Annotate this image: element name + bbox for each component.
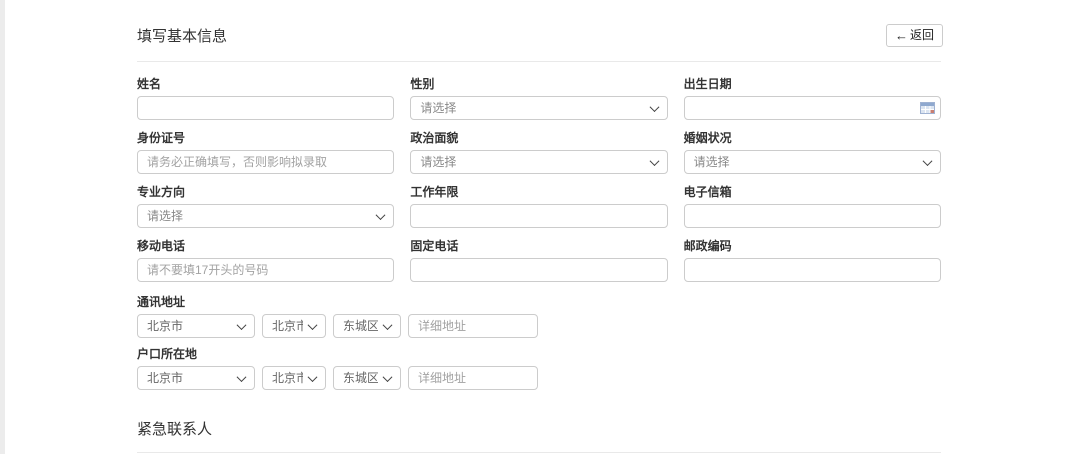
- field-postal-code: 邮政编码: [684, 239, 941, 282]
- mobile-phone-input[interactable]: [137, 258, 394, 282]
- field-political-status: 政治面貌 请选择: [410, 131, 667, 174]
- field-work-years: 工作年限: [410, 185, 667, 228]
- section-header: 填写基本信息 ← 返回: [137, 0, 941, 50]
- page-left-edge-strip: [0, 0, 5, 454]
- mailing-address-label: 通讯地址: [137, 295, 941, 309]
- chevron-down-icon: [383, 372, 393, 382]
- household-district-value: 东城区: [343, 367, 378, 389]
- political-status-select[interactable]: 请选择: [410, 150, 667, 174]
- basic-info-form-panel: 填写基本信息 ← 返回 姓名 性别 请选择 出生日期: [137, 0, 941, 453]
- mailing-city-select[interactable]: 北京市: [262, 314, 326, 338]
- political-status-label: 政治面貌: [410, 131, 667, 145]
- work-years-input[interactable]: [410, 204, 667, 228]
- gender-select-value: 请选择: [420, 97, 644, 119]
- mailing-district-select[interactable]: 东城区: [333, 314, 401, 338]
- chevron-down-icon: [237, 320, 247, 330]
- major-direction-label: 专业方向: [137, 185, 394, 199]
- page-title: 填写基本信息: [137, 25, 227, 46]
- major-direction-select-value: 请选择: [147, 205, 371, 227]
- field-marital-status: 婚姻状况 请选择: [684, 131, 941, 174]
- chevron-down-icon: [923, 156, 933, 166]
- chevron-down-icon: [237, 372, 247, 382]
- household-detail-input[interactable]: [408, 366, 538, 390]
- field-email: 电子信箱: [684, 185, 941, 228]
- emergency-contact-section-title: 紧急联系人: [137, 418, 941, 439]
- back-button[interactable]: ← 返回: [886, 24, 943, 47]
- chevron-down-icon: [383, 320, 393, 330]
- email-label: 电子信箱: [684, 185, 941, 199]
- postal-code-input[interactable]: [684, 258, 941, 282]
- political-status-select-value: 请选择: [420, 151, 644, 173]
- household-city-value: 北京市: [272, 367, 303, 389]
- chevron-down-icon: [308, 372, 318, 382]
- left-arrow-icon: ←: [895, 29, 908, 42]
- field-birth-date: 出生日期: [684, 77, 941, 120]
- household-city-select[interactable]: 北京市: [262, 366, 326, 390]
- back-button-label: 返回: [910, 29, 934, 41]
- work-years-label: 工作年限: [410, 185, 667, 199]
- marital-status-select[interactable]: 请选择: [684, 150, 941, 174]
- chevron-down-icon: [308, 320, 318, 330]
- household-address-label: 户口所在地: [137, 347, 941, 361]
- mailing-province-value: 北京市: [147, 315, 232, 337]
- birth-date-label: 出生日期: [684, 77, 941, 91]
- field-mailing-address: 通讯地址 北京市 北京市 东城区: [137, 295, 941, 338]
- id-number-input[interactable]: [137, 150, 394, 174]
- chevron-down-icon: [649, 156, 659, 166]
- field-landline: 固定电话: [410, 239, 667, 282]
- postal-code-label: 邮政编码: [684, 239, 941, 253]
- gender-label: 性别: [410, 77, 667, 91]
- mailing-province-select[interactable]: 北京市: [137, 314, 255, 338]
- mailing-district-value: 东城区: [343, 315, 378, 337]
- field-id-number: 身份证号: [137, 131, 394, 174]
- landline-label: 固定电话: [410, 239, 667, 253]
- field-mobile-phone: 移动电话: [137, 239, 394, 282]
- email-input[interactable]: [684, 204, 941, 228]
- basic-info-form-grid: 姓名 性别 请选择 出生日期: [137, 77, 941, 282]
- id-number-label: 身份证号: [137, 131, 394, 145]
- marital-status-select-value: 请选择: [694, 151, 918, 173]
- gender-select[interactable]: 请选择: [410, 96, 667, 120]
- chevron-down-icon: [649, 102, 659, 112]
- major-direction-select[interactable]: 请选择: [137, 204, 394, 228]
- calendar-icon[interactable]: [920, 102, 935, 114]
- field-gender: 性别 请选择: [410, 77, 667, 120]
- landline-input[interactable]: [410, 258, 667, 282]
- field-name: 姓名: [137, 77, 394, 120]
- household-province-value: 北京市: [147, 367, 232, 389]
- header-divider: [137, 61, 941, 62]
- field-major-direction: 专业方向 请选择: [137, 185, 394, 228]
- mailing-detail-input[interactable]: [408, 314, 538, 338]
- name-input[interactable]: [137, 96, 394, 120]
- marital-status-label: 婚姻状况: [684, 131, 941, 145]
- field-household-address: 户口所在地 北京市 北京市 东城区: [137, 347, 941, 390]
- mobile-phone-label: 移动电话: [137, 239, 394, 253]
- household-district-select[interactable]: 东城区: [333, 366, 401, 390]
- household-province-select[interactable]: 北京市: [137, 366, 255, 390]
- birth-date-input[interactable]: [684, 96, 941, 120]
- mailing-city-value: 北京市: [272, 315, 303, 337]
- emergency-section-divider: [137, 452, 941, 453]
- name-label: 姓名: [137, 77, 394, 91]
- chevron-down-icon: [376, 210, 386, 220]
